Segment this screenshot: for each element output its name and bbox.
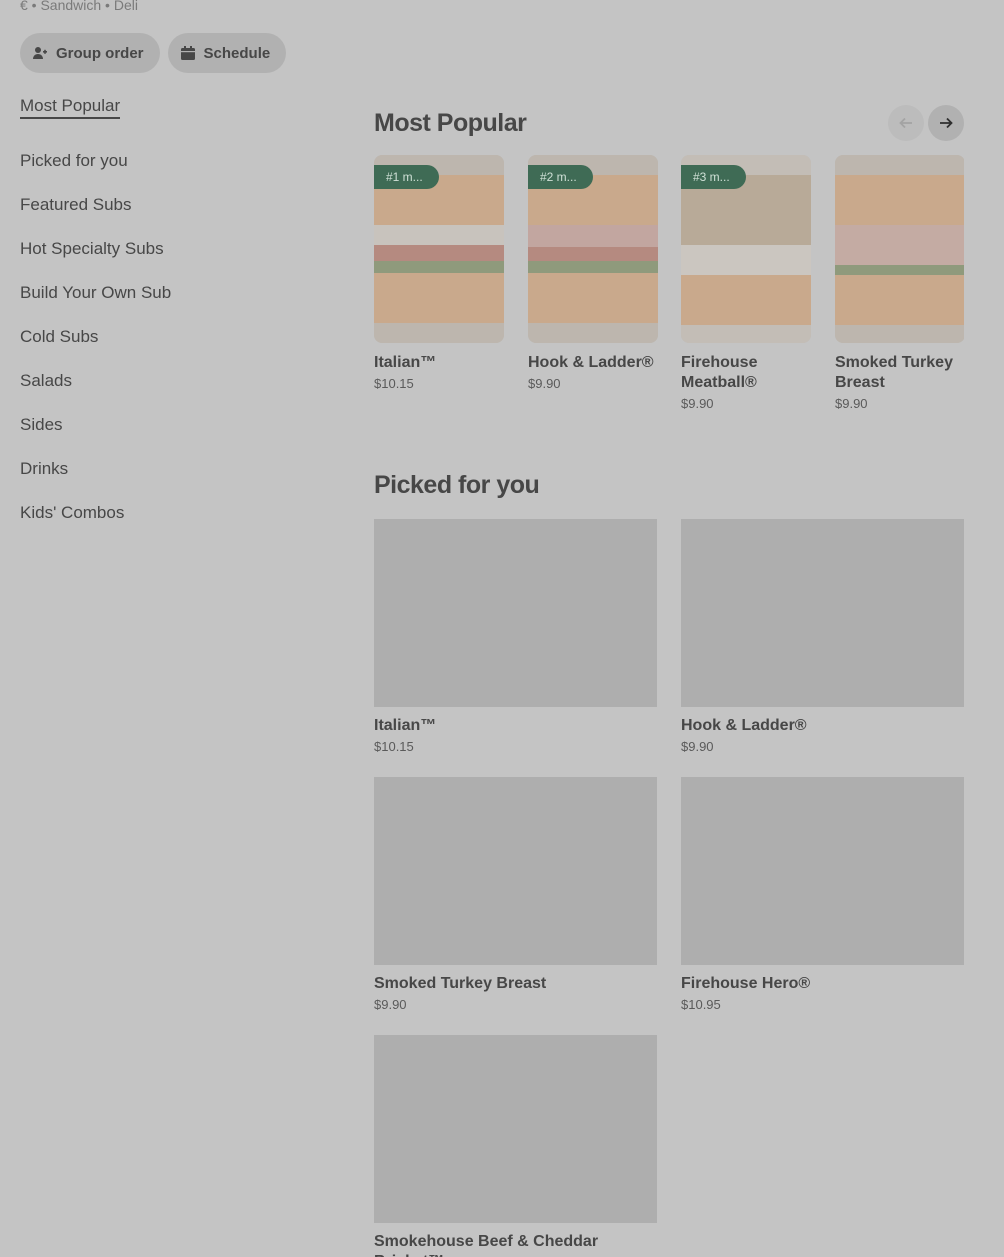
sidebar-item-picked-for-you[interactable]: Picked for you: [20, 139, 320, 183]
sidebar-item-label: Featured Subs: [20, 195, 132, 214]
sidebar-item-label: Drinks: [20, 459, 69, 478]
item-price: $10.95: [681, 997, 721, 1012]
sidebar-item-label: Sides: [20, 415, 63, 434]
popular-item-card[interactable]: Smoked Turkey Breast $9.90: [835, 155, 964, 411]
popular-item-card[interactable]: #2 m... Hook & Ladder® $9.90: [528, 155, 658, 391]
menu-item-card[interactable]: Smoked Turkey Breast $9.90: [374, 777, 657, 1012]
popular-item-card[interactable]: #3 m... Firehouse Meatball® $9.90: [681, 155, 811, 411]
schedule-button[interactable]: Schedule: [167, 33, 287, 73]
sidebar-item-cold-subs[interactable]: Cold Subs: [20, 315, 320, 359]
group-add-icon: [32, 45, 48, 61]
item-image-placeholder: [681, 777, 964, 965]
sidebar-item-featured-subs[interactable]: Featured Subs: [20, 183, 320, 227]
sidebar-item-label: Most Popular: [20, 96, 121, 119]
item-name: Italian™: [374, 354, 437, 371]
sidebar-item-label: Kids' Combos: [20, 503, 125, 522]
item-name: Smoked Turkey Breast: [835, 354, 953, 391]
sidebar-item-label: Hot Specialty Subs: [20, 239, 164, 258]
item-price: $9.90: [835, 396, 868, 411]
item-image-placeholder: [374, 519, 657, 707]
item-image-placeholder: [681, 519, 964, 707]
item-name: Firehouse Hero®: [681, 975, 811, 992]
sandwich-image: #2 m...: [528, 155, 658, 343]
calendar-icon: [180, 45, 196, 61]
item-price: $9.90: [374, 997, 407, 1012]
sidebar-item-build-your-own-sub[interactable]: Build Your Own Sub: [20, 271, 320, 315]
store-meta: € • Sandwich • Deli: [20, 0, 138, 13]
menu-category-nav: Most Popular Picked for you Featured Sub…: [20, 95, 320, 535]
sidebar-item-salads[interactable]: Salads: [20, 359, 320, 403]
item-name: Smoked Turkey Breast: [374, 975, 547, 992]
schedule-label: Schedule: [203, 44, 271, 62]
rank-badge: #3 m...: [681, 165, 746, 189]
menu-item-card[interactable]: Italian™ $10.15: [374, 519, 657, 754]
menu-item-card[interactable]: Hook & Ladder® $9.90: [681, 519, 964, 754]
sandwich-image: #3 m...: [681, 155, 811, 343]
item-image-placeholder: [374, 1035, 657, 1223]
sidebar-item-drinks[interactable]: Drinks: [20, 447, 320, 491]
group-order-label: Group order: [56, 44, 144, 62]
sidebar-item-label: Build Your Own Sub: [20, 283, 172, 302]
item-name: Italian™: [374, 717, 437, 734]
most-popular-carousel: #1 m... Italian™ $10.15 #2 m... Hook & L…: [374, 155, 964, 415]
sidebar-item-hot-specialty-subs[interactable]: Hot Specialty Subs: [20, 227, 320, 271]
item-name: Hook & Ladder®: [528, 354, 654, 371]
sidebar-item-most-popular[interactable]: Most Popular: [20, 95, 320, 119]
item-name: Hook & Ladder®: [681, 717, 807, 734]
menu-item-card[interactable]: Smokehouse Beef & Cheddar Brisket™: [374, 1035, 657, 1257]
menu-item-card[interactable]: Firehouse Hero® $10.95: [681, 777, 964, 1012]
rank-badge: #2 m...: [528, 165, 593, 189]
popular-item-card[interactable]: #1 m... Italian™ $10.15: [374, 155, 504, 391]
order-actions: Group order Schedule: [20, 33, 287, 73]
sandwich-image: #1 m...: [374, 155, 504, 343]
carousel-prev-button[interactable]: [888, 105, 924, 141]
sidebar-item-label: Picked for you: [20, 151, 128, 170]
most-popular-heading: Most Popular: [374, 109, 527, 137]
group-order-button[interactable]: Group order: [20, 33, 160, 73]
sidebar-item-sides[interactable]: Sides: [20, 403, 320, 447]
item-name: Firehouse Meatball®: [681, 354, 758, 391]
picked-for-you-heading: Picked for you: [374, 471, 540, 499]
sidebar-item-kids-combos[interactable]: Kids' Combos: [20, 491, 320, 535]
rank-badge: #1 m...: [374, 165, 439, 189]
sandwich-image: [835, 155, 964, 343]
arrow-right-icon: [940, 117, 953, 129]
sidebar-item-label: Salads: [20, 371, 72, 390]
carousel-next-button[interactable]: [928, 105, 964, 141]
arrow-left-icon: [899, 117, 912, 129]
item-price: $9.90: [681, 739, 714, 754]
item-image-placeholder: [374, 777, 657, 965]
item-name: Smokehouse Beef & Cheddar Brisket™: [374, 1233, 599, 1257]
item-price: $10.15: [374, 739, 414, 754]
item-price: $9.90: [528, 376, 561, 391]
item-price: $9.90: [681, 396, 714, 411]
item-price: $10.15: [374, 376, 414, 391]
sidebar-item-label: Cold Subs: [20, 327, 99, 346]
